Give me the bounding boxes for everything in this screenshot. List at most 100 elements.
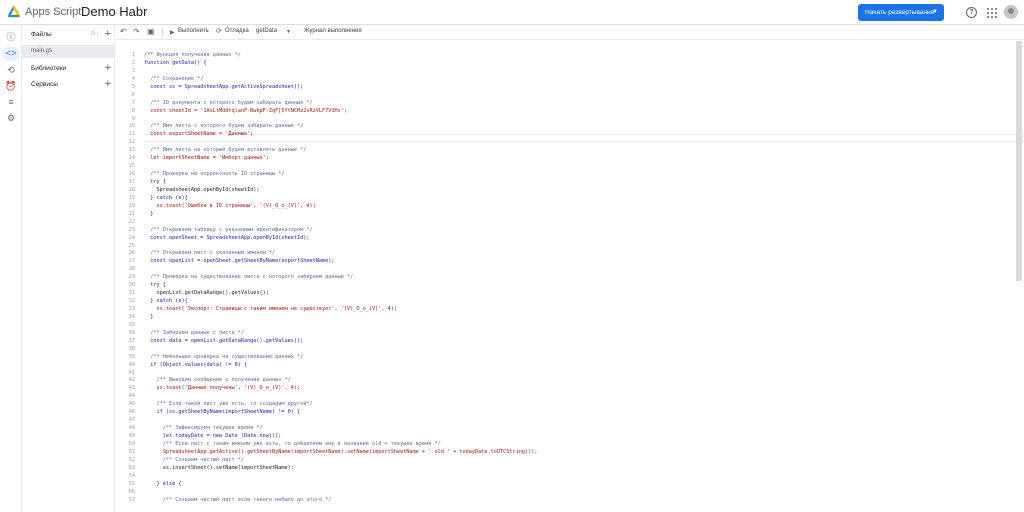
code-line[interactable]: 39 /** Небольшая проверка на существован… xyxy=(115,354,1024,362)
code-line[interactable]: 34 } xyxy=(115,314,1024,322)
code-text: const exportSheetName = 'Данные'; xyxy=(144,131,254,138)
code-text: /** Открываем лист с указанным именем */ xyxy=(144,250,276,257)
code-line[interactable]: 46 if (ss.getSheetByName(importSheetName… xyxy=(115,409,1024,417)
code-line[interactable]: 54 xyxy=(115,473,1024,481)
code-line[interactable]: 55 } else { xyxy=(115,481,1024,489)
add-library-button[interactable]: + xyxy=(105,62,111,74)
undo-icon[interactable]: ↶ xyxy=(120,27,127,36)
sort-files-icon[interactable]: A↓ xyxy=(91,30,99,37)
code-line[interactable]: 21 } xyxy=(115,211,1024,219)
deploy-button[interactable]: Начать развертывание ▼ xyxy=(858,4,944,21)
code-text: const data = openList.getDataRange().get… xyxy=(144,337,304,344)
code-line[interactable]: 15 xyxy=(115,163,1024,171)
code-line[interactable]: 44 xyxy=(115,393,1024,401)
code-line[interactable]: 45 /** Если такой лист уже есть, то созд… xyxy=(115,401,1024,409)
code-line[interactable]: 40 if (Object.values(data) != 0) { xyxy=(115,362,1024,370)
code-line[interactable]: 53 ss.insertSheet().setName(importSheetN… xyxy=(115,465,1024,473)
code-line[interactable]: 51 SpreadsheetApp.getActive().getSheetBy… xyxy=(115,449,1024,457)
triggers-alarm-icon[interactable]: ⏰ xyxy=(5,80,17,92)
code-text: /** Сохранение */ xyxy=(144,75,204,82)
line-number: 30 xyxy=(128,282,135,289)
code-line[interactable]: 23 /** Открываем таблицу с указанным иде… xyxy=(115,227,1024,235)
code-line[interactable]: 52 /** Создаем чистый лист */ xyxy=(115,457,1024,465)
code-line[interactable]: 5 const ss = SpreadsheetApp.getActiveSpr… xyxy=(115,84,1024,92)
code-line[interactable]: 2 function getData() { xyxy=(115,60,1024,68)
code-line[interactable]: 42 /** Выводим сообщение о получении дан… xyxy=(115,377,1024,385)
line-number: 20 xyxy=(128,202,135,209)
save-icon[interactable]: ▣ xyxy=(147,27,155,36)
code-text: const ss = SpreadsheetApp.getActiveSprea… xyxy=(144,83,304,90)
code-line[interactable]: 10 /** Имя листа с которого будем забира… xyxy=(115,123,1024,131)
libraries-label: Библиотеки xyxy=(31,65,67,72)
code-line[interactable]: 33 ss.toast('Экспорт: Страницы с таким и… xyxy=(115,306,1024,314)
code-line[interactable]: 13 /** Имя листа на который будем вставл… xyxy=(115,147,1024,155)
function-select[interactable]: getData xyxy=(256,28,277,34)
app-name[interactable]: Apps Script xyxy=(25,6,81,18)
run-play-icon[interactable]: ▶ xyxy=(170,29,175,36)
code-line[interactable]: 3 xyxy=(115,68,1024,76)
history-icon[interactable]: ⟲ xyxy=(5,64,17,76)
code-line[interactable]: 49 let todayDate = new Date (Date.now())… xyxy=(115,433,1024,441)
code-editor[interactable]: 1 /** Функция получения данных */ 2 functio… xyxy=(115,41,1024,512)
code-line[interactable]: 7 /** ID документа с которого будем заби… xyxy=(115,100,1024,108)
code-line[interactable]: 14 let importSheetName = 'Импорт данных'… xyxy=(115,155,1024,163)
services-section: Сервисы + xyxy=(22,78,115,93)
code-line[interactable]: 31 openList.getDataRange().getValues(); xyxy=(115,290,1024,298)
debug-button[interactable]: Отладка xyxy=(225,28,249,34)
code-line[interactable]: 37 const data = openList.getDataRange().… xyxy=(115,338,1024,346)
execution-log-button[interactable]: Журнал выполнения xyxy=(304,28,362,34)
code-line[interactable]: 43 ss.toast('Данные получены', '(V)_O_o_… xyxy=(115,385,1024,393)
add-service-button[interactable]: + xyxy=(105,78,111,90)
code-text: /** Забираем данные с листа */ xyxy=(144,329,244,336)
code-line[interactable]: 30 try { xyxy=(115,282,1024,290)
code-line[interactable]: 57 /** Создаем чистый лист если такого н… xyxy=(115,497,1024,505)
executions-list-icon[interactable]: ≡ xyxy=(5,96,17,108)
code-line[interactable]: 38 xyxy=(115,346,1024,354)
code-line[interactable]: 20 ss.toast('Ошибка в ID страницы', '(V)… xyxy=(115,203,1024,211)
code-line[interactable]: 50 /** Если лист с таким именем уже есть… xyxy=(115,441,1024,449)
debug-icon[interactable]: ⟳ xyxy=(216,27,222,35)
code-line[interactable]: 36 /** Забираем данные с листа */ xyxy=(115,330,1024,338)
info-icon[interactable]: ⓘ xyxy=(5,31,17,43)
file-item-main-gs[interactable]: main.gs xyxy=(22,45,115,58)
code-line[interactable]: 48 /** Зафиксируем текущее время */ xyxy=(115,425,1024,433)
line-number: 32 xyxy=(128,298,135,305)
code-text: try { xyxy=(144,179,166,185)
code-line[interactable]: 17 try { xyxy=(115,179,1024,187)
code-line[interactable]: 19 } catch (e){ xyxy=(115,195,1024,203)
project-title[interactable]: Demo Habr xyxy=(81,4,147,19)
code-line[interactable]: 11 const exportSheetName = 'Данные'; xyxy=(115,131,1024,139)
help-icon[interactable]: ? xyxy=(966,7,977,18)
code-line[interactable]: 4 /** Сохранение */ xyxy=(115,76,1024,84)
code-line[interactable]: 56 xyxy=(115,489,1024,497)
apps-grid-icon[interactable] xyxy=(986,7,997,18)
code-line[interactable]: 29 /** Проверка на существование листа с… xyxy=(115,274,1024,282)
code-text: if (Object.values(data) != 0) { xyxy=(144,361,248,368)
code-line[interactable]: 25 xyxy=(115,243,1024,251)
settings-gear-icon[interactable]: ⚙ xyxy=(5,112,17,124)
code-line[interactable]: 8 const sheetId = '1AsLtMddtqlanF-BwkpF-… xyxy=(115,108,1024,116)
code-line[interactable]: 26 /** Открываем лист с указанным именем… xyxy=(115,250,1024,258)
editor-code-icon[interactable]: <> xyxy=(2,47,20,61)
code-line[interactable]: 32 } catch (e){ xyxy=(115,298,1024,306)
chevron-down-icon[interactable]: ▼ xyxy=(286,29,291,35)
editor-scrollbar[interactable] xyxy=(1016,41,1022,281)
code-line[interactable]: 16 /** Проверка на корректность ID стран… xyxy=(115,171,1024,179)
account-avatar[interactable] xyxy=(1004,5,1018,19)
line-number: 29 xyxy=(128,274,135,281)
apps-script-logo-icon[interactable] xyxy=(7,5,21,19)
code-line[interactable]: 35 xyxy=(115,322,1024,330)
code-line[interactable]: 27 const openList = openSheet.getSheetBy… xyxy=(115,258,1024,266)
run-button[interactable]: Выполнить xyxy=(178,28,209,34)
code-line[interactable]: 47 xyxy=(115,417,1024,425)
code-line[interactable]: 24 const openSheet = SpreadsheetApp.open… xyxy=(115,235,1024,243)
redo-icon[interactable]: ↷ xyxy=(133,27,140,36)
code-line[interactable]: 18 SpreadsheetApp.openById(sheetId); xyxy=(115,187,1024,195)
line-number: 9 xyxy=(131,115,135,122)
code-line[interactable]: 22 xyxy=(115,219,1024,227)
line-number: 36 xyxy=(128,329,135,336)
add-file-button[interactable]: + xyxy=(105,28,111,40)
code-line[interactable]: 1 /** Функция получения данных */ xyxy=(115,52,1024,60)
deploy-button-label: Начать развертывание xyxy=(865,9,935,16)
code-line[interactable]: 6 xyxy=(115,92,1024,100)
